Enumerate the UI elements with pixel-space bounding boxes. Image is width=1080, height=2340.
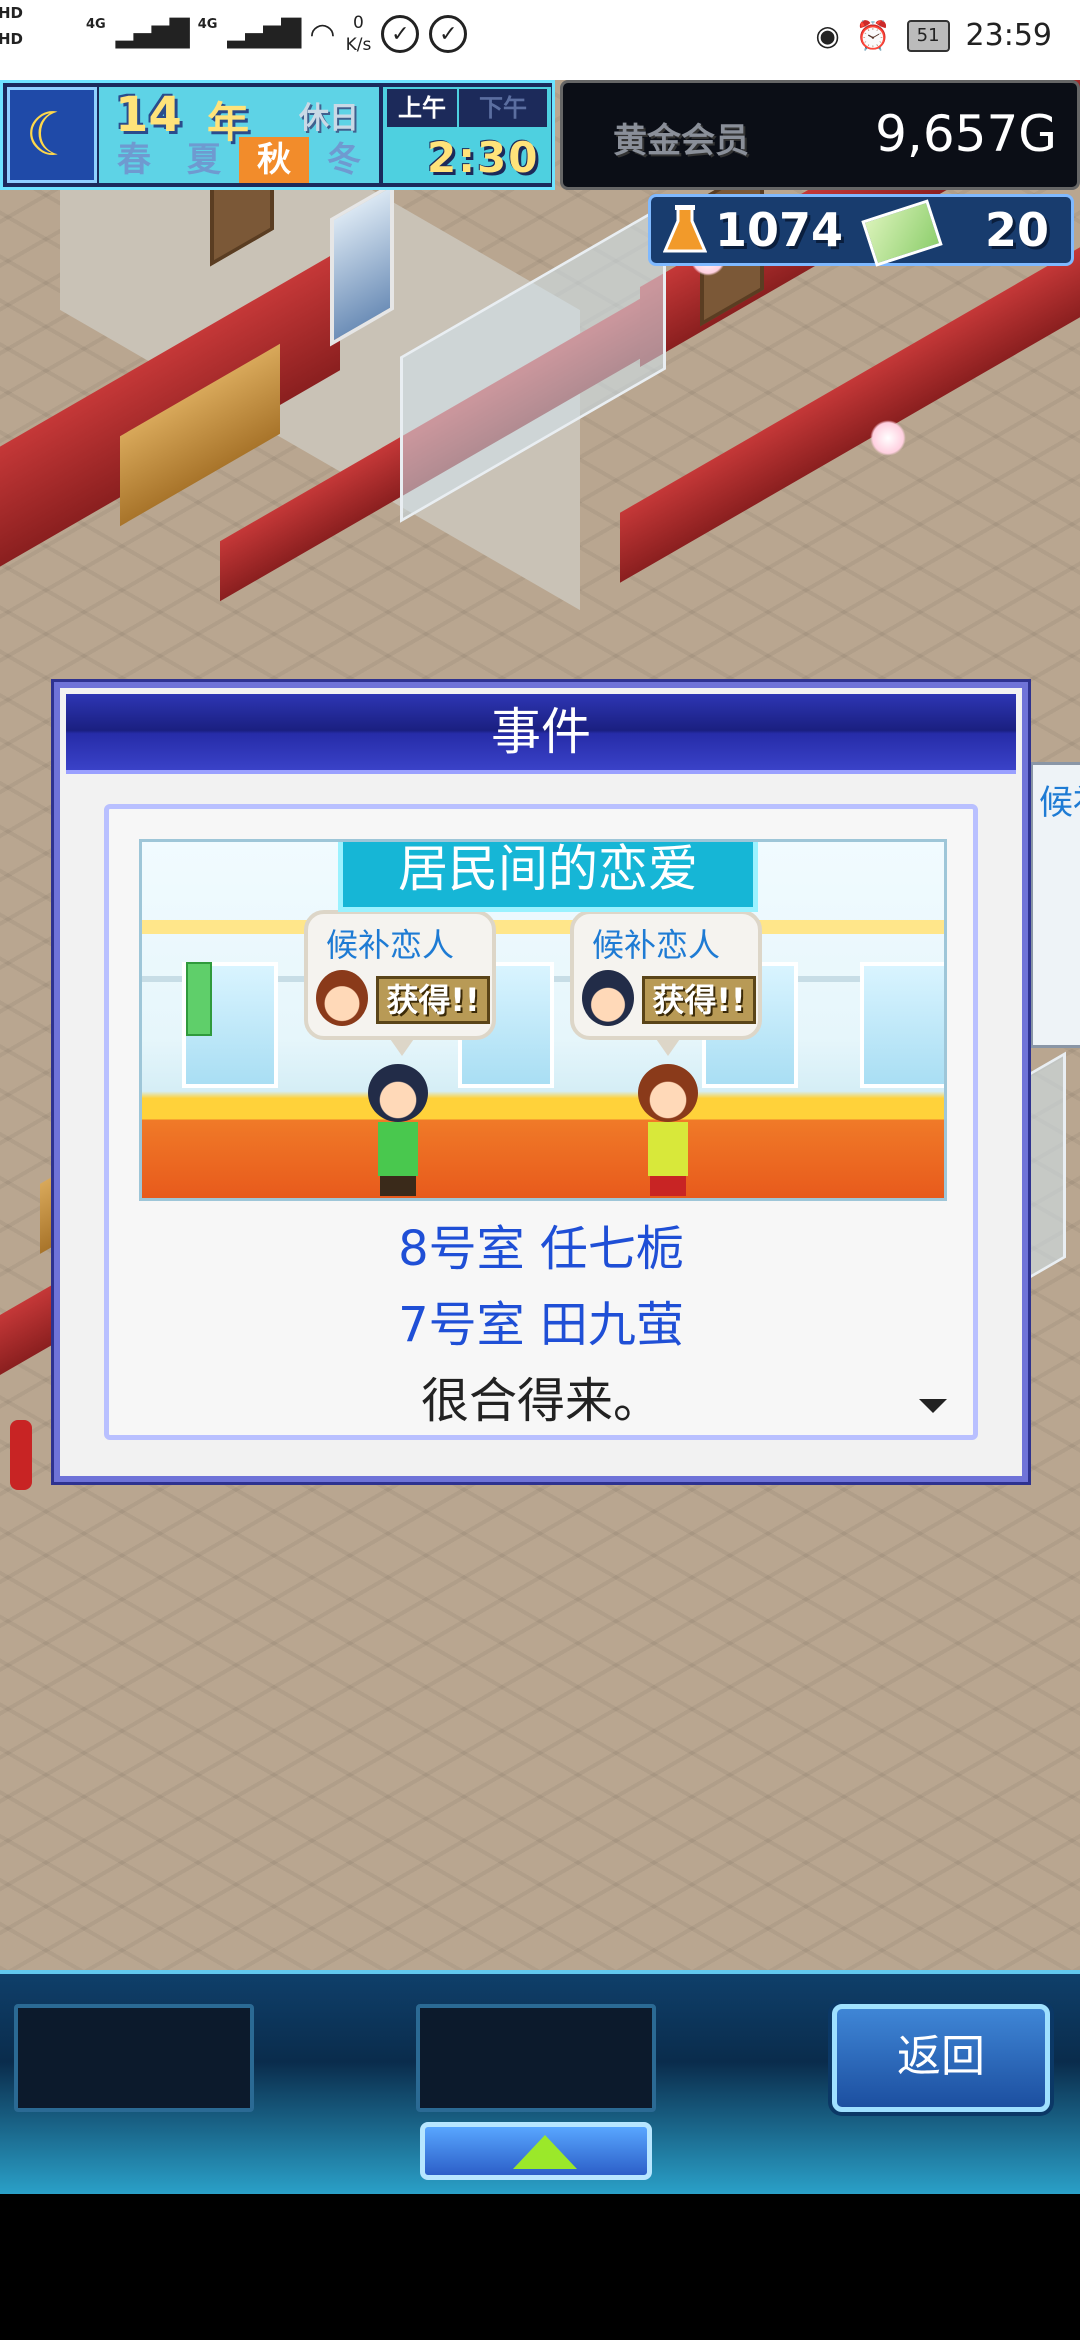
- flask-icon: [663, 205, 707, 253]
- am-indicator: 上午: [387, 89, 457, 127]
- signal-icon-2: ▂▄▆█: [227, 19, 301, 49]
- year-number: 14: [115, 87, 182, 143]
- speed-unit: K/s: [345, 35, 372, 55]
- hd2-label: HD: [0, 30, 24, 48]
- pm-indicator: 下午: [459, 89, 547, 127]
- dialog-title: 事件: [66, 694, 1016, 774]
- gain-badge-2: 获得!!: [642, 976, 756, 1024]
- gain-badge: 获得!!: [376, 976, 490, 1024]
- resource-panel[interactable]: 1074 20: [648, 194, 1074, 267]
- girl-face-icon: [316, 970, 368, 1026]
- speed-value: 0: [353, 13, 364, 33]
- game-clock: 2:30: [427, 133, 540, 182]
- event-line-1: 8号室 任七栀: [398, 1221, 684, 1277]
- wall-rail: [142, 920, 944, 934]
- network-type-2: 4G: [197, 16, 218, 32]
- check-icon-2: ✓: [429, 15, 468, 53]
- menu-slot-center[interactable]: [416, 2004, 656, 2112]
- status-bar: HD HD 4G ▂▄▆█ 4G ▂▄▆█ ◠ 0 K/s ✓ ✓ ◉ ⏰ 51…: [0, 0, 1080, 80]
- window-4: [860, 962, 944, 1088]
- ticket-count: 20: [984, 203, 1049, 257]
- side-card-label: 候补: [1039, 783, 1080, 823]
- gold-amount: 9,657G: [875, 105, 1057, 163]
- status-time: 23:59: [965, 18, 1052, 53]
- boy-character: [368, 1064, 428, 1196]
- date-time-panel: ☾ 14 年 休日 春 夏 秋 冬 上午 下午 2:30: [0, 80, 555, 190]
- lamp-icon-2: [870, 420, 906, 456]
- day-type: 休日: [299, 101, 359, 136]
- event-dialog[interactable]: 事件 候补恋人 获得!! 候补恋人 获得!! 居民间的恋爱 8号室 任七栀 7号…: [54, 682, 1028, 1482]
- season-summer: 夏: [187, 140, 221, 180]
- dialog-content: 候补恋人 获得!! 候补恋人 获得!! 居民间的恋爱 8号室 任七栀 7号室 田…: [104, 804, 978, 1440]
- time-box: 上午 下午 2:30: [383, 87, 551, 183]
- member-label: 黄金会员: [613, 121, 749, 161]
- speech-bubble-right: 候补恋人 获得!!: [570, 910, 762, 1056]
- check-icon: ✓: [381, 15, 420, 53]
- curtain: [186, 962, 212, 1036]
- event-line-2: 7号室 田九萤: [398, 1297, 684, 1353]
- back-button[interactable]: 返回: [832, 2004, 1050, 2112]
- event-line-3: 很合得来。: [420, 1373, 661, 1429]
- next-page-arrow-icon[interactable]: [919, 1399, 947, 1413]
- girl-character: [638, 1064, 698, 1196]
- boy-face-icon: [582, 970, 634, 1026]
- bubble-label-2: 候补恋人: [592, 926, 721, 964]
- bubble-label: 候补恋人: [326, 926, 455, 964]
- eye-icon: ◉: [815, 19, 840, 52]
- event-illustration: 候补恋人 获得!! 候补恋人 获得!! 居民间的恋爱: [139, 839, 947, 1201]
- wifi-icon: ◠: [309, 16, 336, 52]
- hd1-label: HD: [0, 4, 24, 22]
- season-spring: 春: [117, 140, 151, 180]
- season-winter: 冬: [327, 140, 361, 180]
- research-points: 1074: [715, 203, 844, 257]
- menu-slot-left[interactable]: [14, 2004, 254, 2112]
- up-arrow-icon: [513, 2135, 577, 2169]
- network-type-1: 4G: [86, 16, 106, 32]
- event-banner: 居民间的恋爱: [338, 842, 758, 912]
- money-panel[interactable]: 黄金会员 9,657G: [560, 80, 1080, 190]
- battery-icon: 51: [906, 19, 950, 52]
- network-speed: 0 K/s: [346, 12, 372, 56]
- bottom-menu-bar: 返回: [0, 1970, 1080, 2194]
- ticket-icon: [861, 199, 943, 267]
- season-autumn: 秋: [239, 137, 309, 183]
- expand-menu-button[interactable]: [420, 2122, 652, 2180]
- side-notification-card[interactable]: 候补: [1030, 762, 1080, 1048]
- fire-extinguisher-icon: [10, 1420, 32, 1490]
- alarm-icon: ⏰: [855, 19, 891, 52]
- season-row: 春 夏 秋 冬: [99, 137, 379, 183]
- moon-icon: ☾: [7, 87, 97, 183]
- hd-indicators: HD HD: [0, 0, 23, 52]
- year-box: 14 年 休日 春 夏 秋 冬: [99, 87, 379, 183]
- speech-bubble-left: 候补恋人 获得!!: [304, 910, 496, 1056]
- signal-icon: ▂▄▆█: [115, 19, 190, 49]
